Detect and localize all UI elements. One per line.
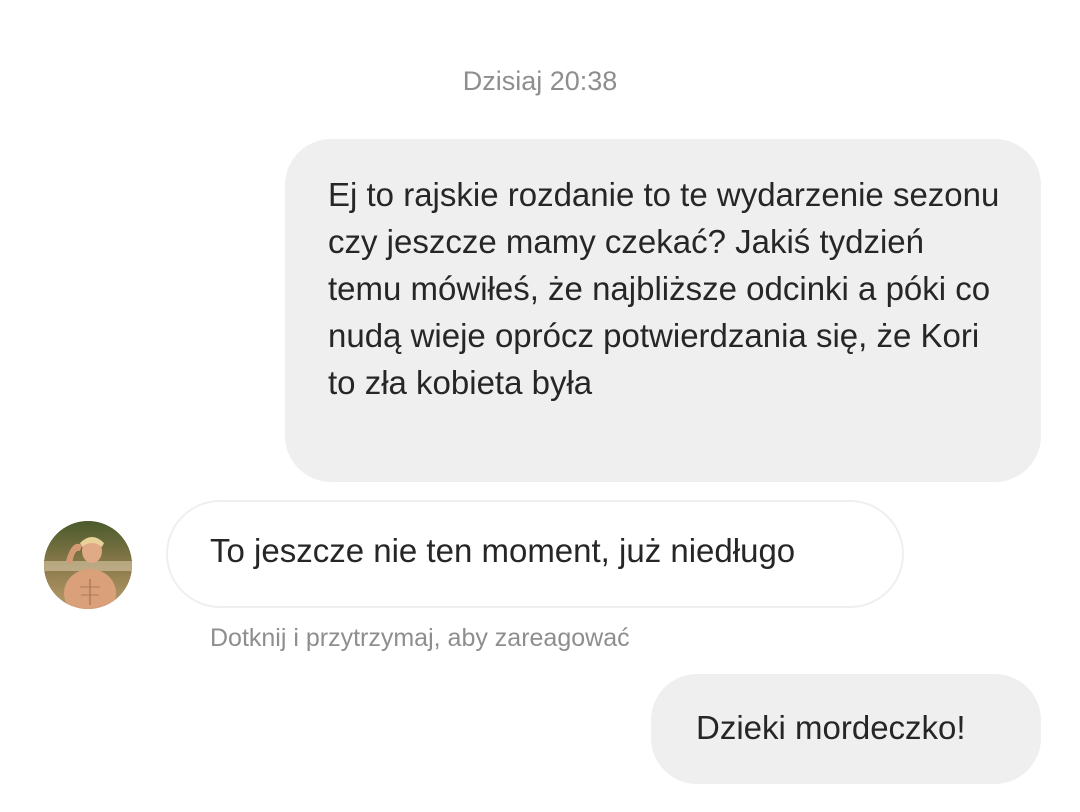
reaction-hint: Dotknij i przytrzymaj, aby zareagować [210,624,630,652]
outgoing-message-bubble[interactable]: Dzieki mordeczko! [651,674,1041,784]
message-thread: Dzisiaj 20:38 Ej to rajskie rozdanie to … [0,0,1080,812]
thread-timestamp: Dzisiaj 20:38 [462,66,618,96]
avatar-photo [44,521,132,609]
sender-avatar[interactable] [44,521,132,609]
outgoing-message-bubble[interactable]: Ej to rajskie rozdanie to te wydarzenie … [285,139,1041,482]
incoming-message-bubble[interactable]: To jeszcze nie ten moment, już niedługo [166,500,904,608]
